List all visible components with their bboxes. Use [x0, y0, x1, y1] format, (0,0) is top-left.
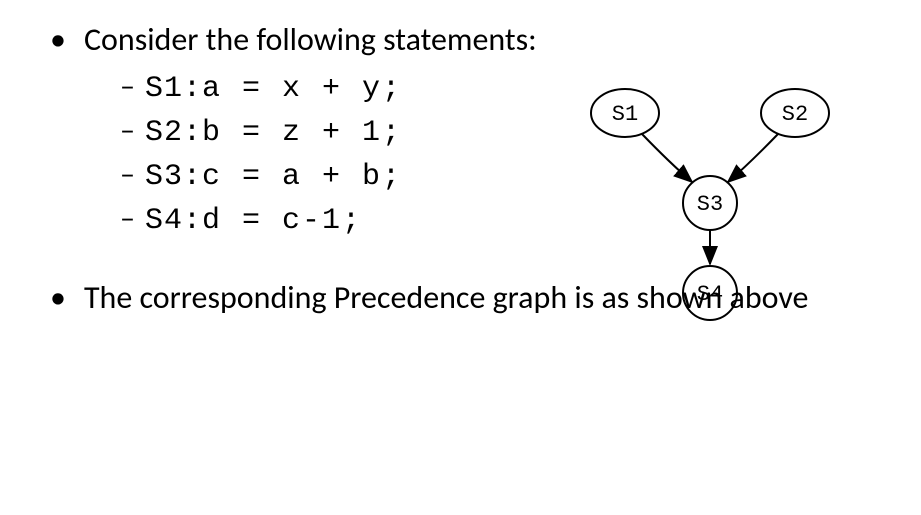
bullet-dot-icon: • [50, 278, 66, 318]
dash-icon: – [120, 156, 135, 193]
statement-code: a = x + y; [202, 72, 402, 106]
edge-s2-s3 [728, 134, 778, 182]
node-s1-label: S1 [612, 102, 638, 127]
precedence-graph: S1 S2 S3 S4 [570, 78, 880, 338]
dash-icon: – [120, 68, 135, 105]
statement-code: c = a + b; [202, 160, 402, 194]
statement-label: S3: [145, 160, 202, 194]
node-s3-label: S3 [697, 192, 723, 217]
statement-label: S1: [145, 72, 202, 106]
statement-code: d = c-1; [202, 204, 362, 238]
edge-s1-s3 [642, 134, 692, 182]
bullet1-text: Consider the following statements: [84, 20, 537, 60]
statement-label: S2: [145, 116, 202, 150]
dash-icon: – [120, 112, 135, 149]
node-s2-label: S2 [782, 102, 808, 127]
bullet-dot-icon: • [50, 20, 66, 60]
node-s4-label: S4 [697, 282, 723, 307]
bullet-item-1: • Consider the following statements: [30, 20, 891, 60]
dash-icon: – [120, 200, 135, 237]
statement-label: S4: [145, 204, 202, 238]
statement-code: b = z + 1; [202, 116, 402, 150]
graph-svg: S1 S2 S3 S4 [570, 78, 880, 338]
